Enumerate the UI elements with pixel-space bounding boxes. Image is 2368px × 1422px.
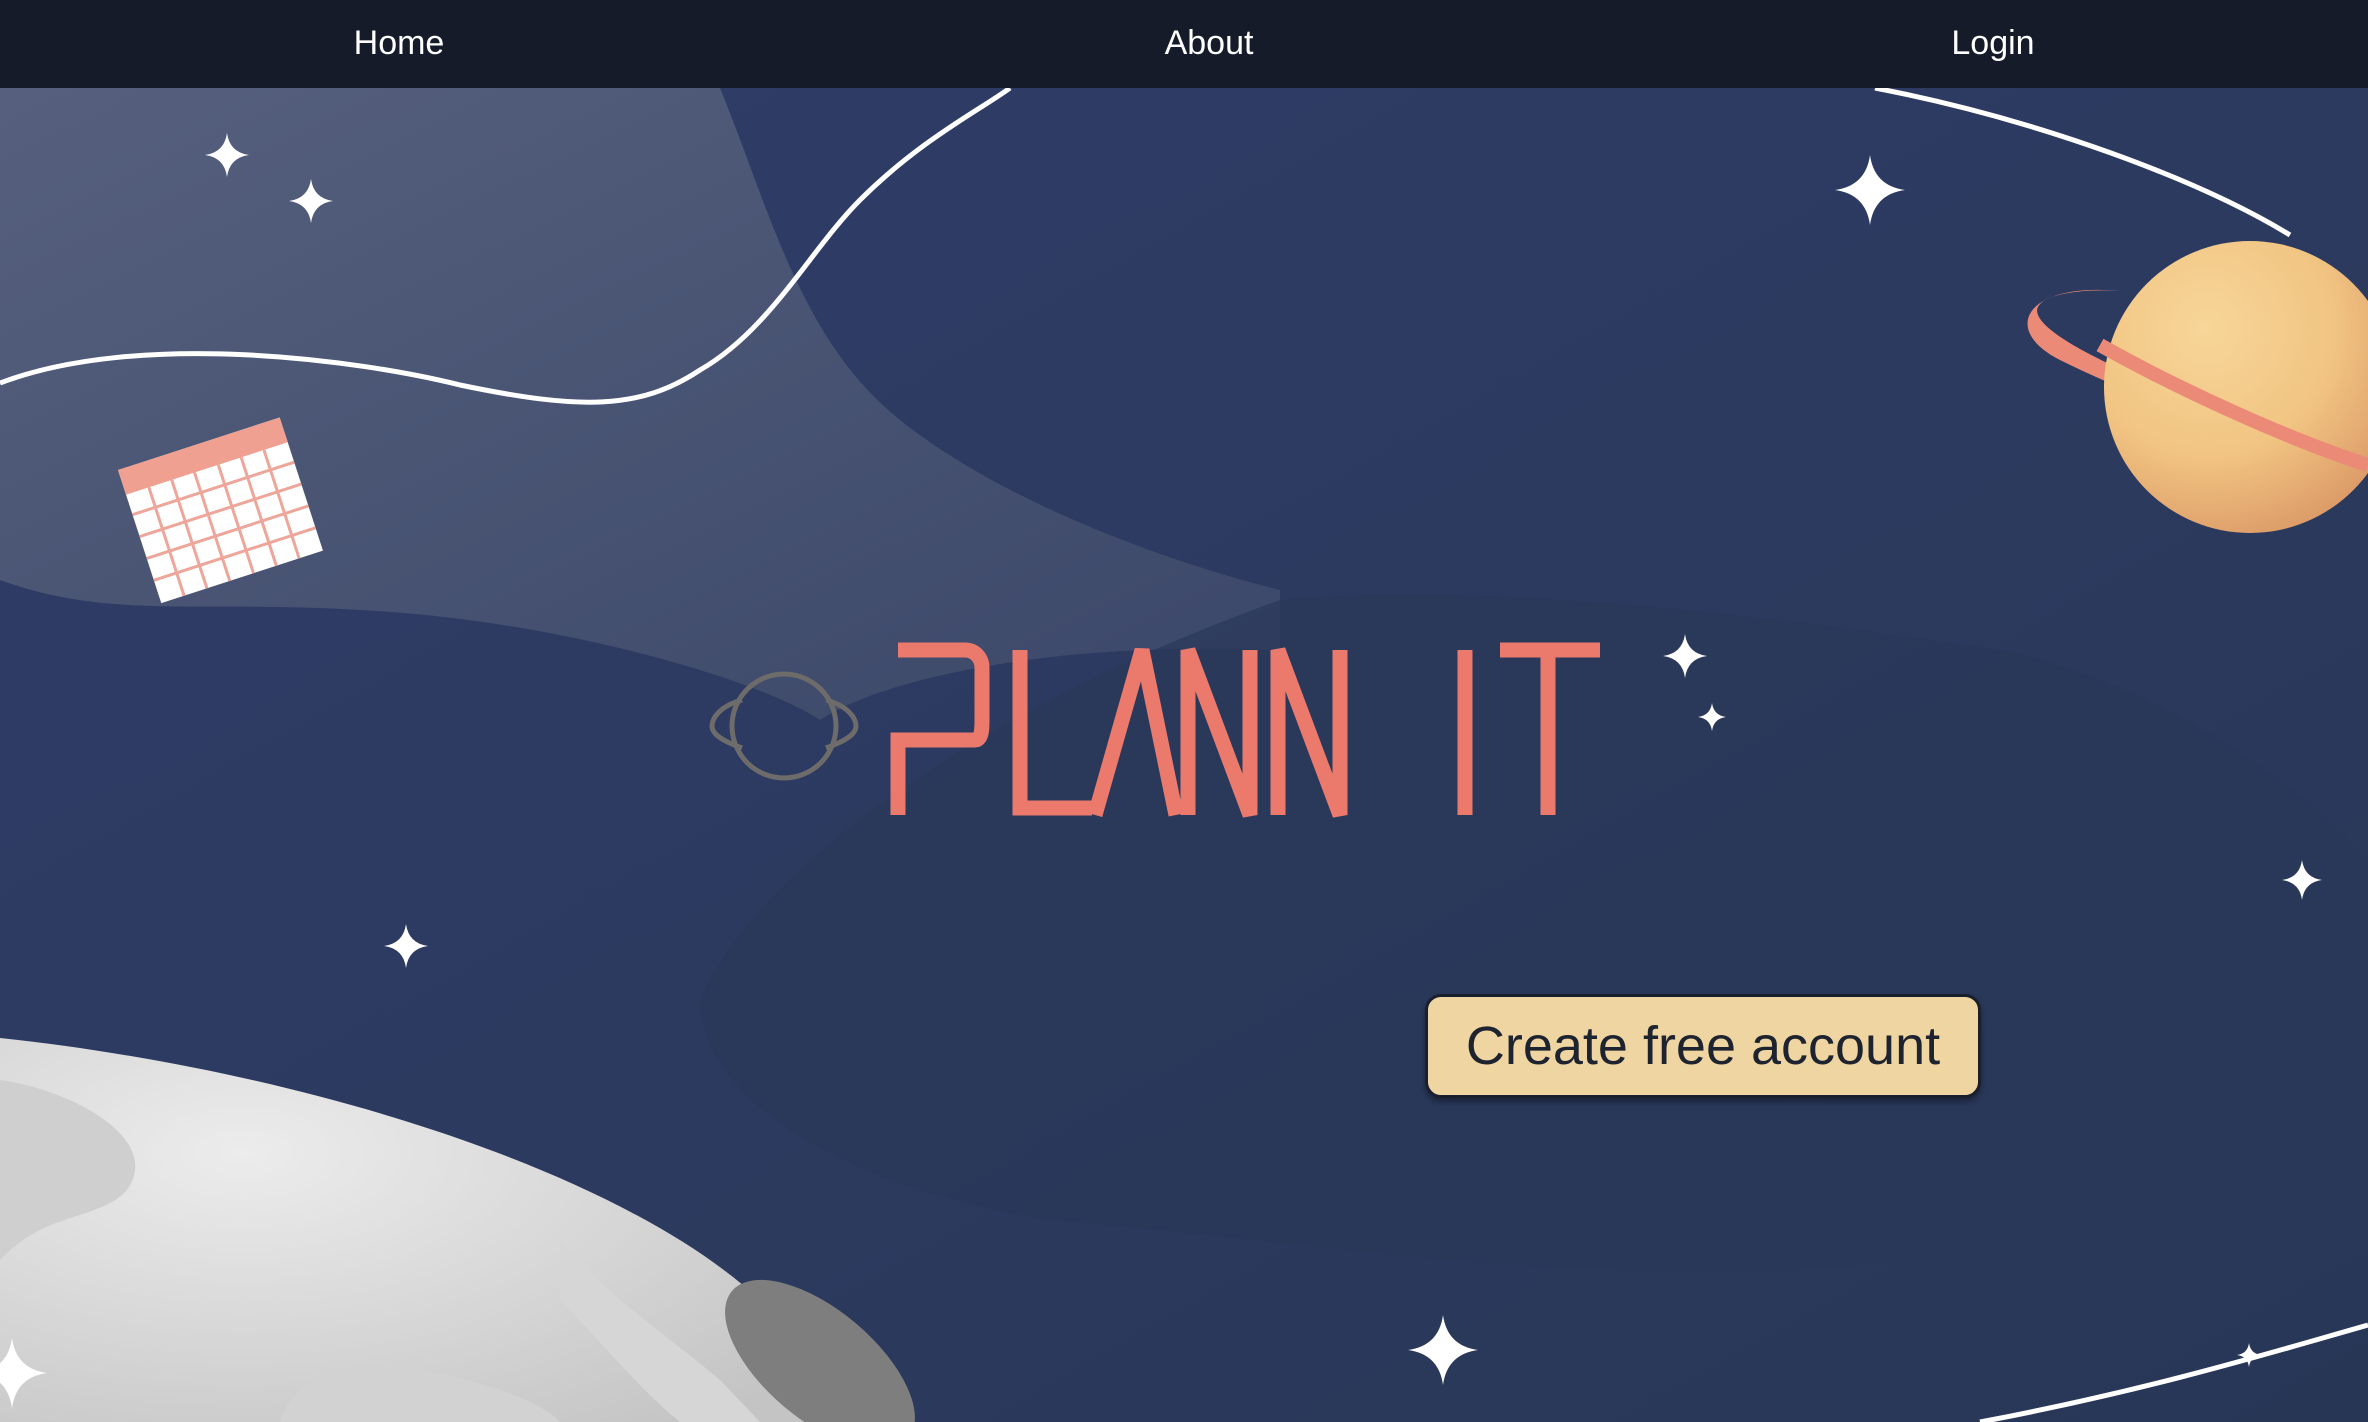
- nav-home-link[interactable]: Home: [354, 0, 445, 88]
- top-navbar: Home About Login: [0, 0, 2368, 88]
- nav-about-link[interactable]: About: [1165, 0, 1254, 88]
- hero-section: PLANNIT: [0, 88, 2368, 1422]
- nav-login-link[interactable]: Login: [1951, 0, 2034, 88]
- planet-outline-icon: [709, 642, 1600, 818]
- plannit-logo: PLANNIT: [700, 558, 1620, 858]
- create-account-button[interactable]: Create free account: [1425, 994, 1981, 1098]
